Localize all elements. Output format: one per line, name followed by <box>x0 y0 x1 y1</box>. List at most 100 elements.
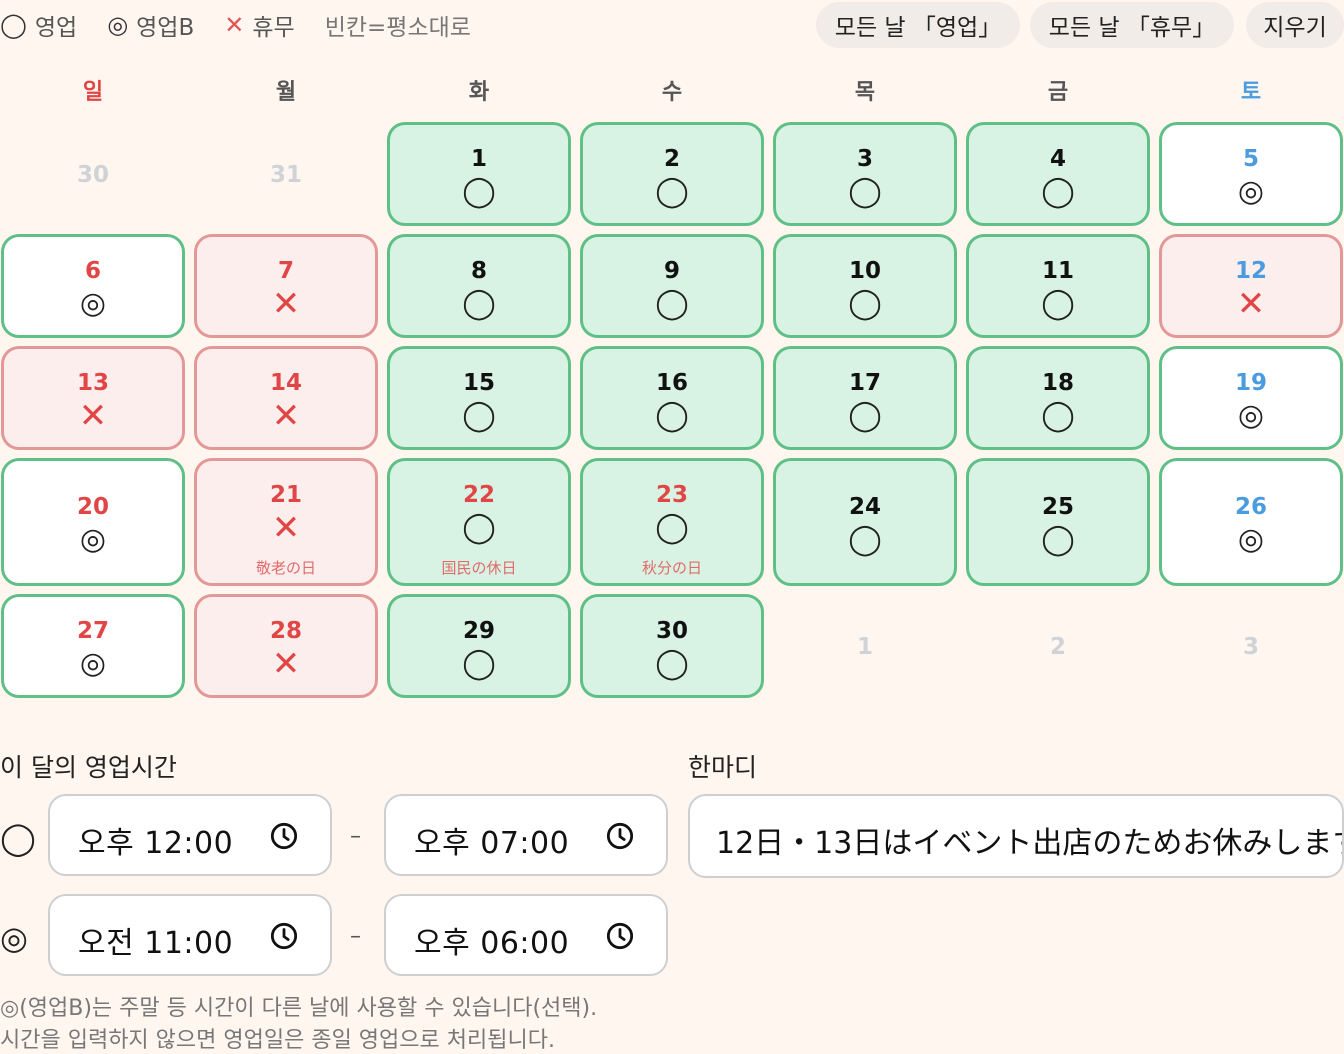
clock-icon[interactable] <box>270 922 298 950</box>
day-number: 6 <box>84 258 101 284</box>
legend-open-b: ◎ 영업B <box>107 8 194 42</box>
day-number: 17 <box>848 370 881 396</box>
day-cell[interactable]: 9 ◯ <box>580 234 764 338</box>
day-cell[interactable]: 30 ◯ <box>580 594 764 698</box>
day-number: 13 <box>76 370 109 396</box>
day-cell[interactable]: 18 ◯ <box>966 346 1150 450</box>
set-all-open-button[interactable]: 모든 날 「영업」 <box>816 2 1020 48</box>
open-start-time-input[interactable]: 오후 12:00 <box>48 794 332 876</box>
weekday-sat: 토 <box>1240 80 1262 105</box>
day-cell[interactable]: 17 ◯ <box>773 346 957 450</box>
hours-title: 이 달의 영업시간 <box>0 753 177 782</box>
day-number: 20 <box>76 494 109 520</box>
open-circle-icon: ◯ <box>848 286 882 321</box>
day-cell[interactable]: 1 ◯ <box>387 122 571 226</box>
legend-closed: ✕ 휴무 <box>224 8 294 42</box>
day-cell[interactable]: 2 ◯ <box>580 122 764 226</box>
open-circle-icon: ◯ <box>1041 398 1075 433</box>
open-circle-icon: ◯ <box>848 398 882 433</box>
day-cell[interactable]: 11 ◯ <box>966 234 1150 338</box>
open-circle-icon: ◯ <box>462 646 496 681</box>
open-circle-icon: ◯ <box>1041 522 1075 557</box>
day-number: 29 <box>462 618 495 644</box>
set-all-closed-button[interactable]: 모든 날 「휴무」 <box>1030 2 1234 48</box>
business-calendar-editor: { "legend": { "open": {"symbol": "◯", "l… <box>0 0 1344 1054</box>
day-cell[interactable]: 4 ◯ <box>966 122 1150 226</box>
time-value: 오후 06:00 <box>414 926 570 961</box>
day-cell[interactable]: 7 ✕ <box>194 234 378 338</box>
day-cell[interactable]: 19 ◎ <box>1159 346 1343 450</box>
double-circle-icon: ◎ <box>1237 174 1265 209</box>
day-number: 2 <box>663 146 680 172</box>
day-number: 11 <box>1041 258 1074 284</box>
open-circle-icon: ◯ <box>0 819 36 857</box>
day-cell[interactable]: 10 ◯ <box>773 234 957 338</box>
open-circle-icon: ◯ <box>462 286 496 321</box>
open-circle-icon: ◯ <box>848 174 882 209</box>
open-circle-icon: ◯ <box>848 522 882 557</box>
day-cell[interactable]: 28 ✕ <box>194 594 378 698</box>
weekday-wed: 수 <box>661 80 683 105</box>
cross-icon: ✕ <box>224 11 245 39</box>
memo-input[interactable]: 12日・13日はイベント出店のためお休みします <box>688 794 1344 878</box>
time-separator: – <box>350 824 361 849</box>
time-value: 오후 07:00 <box>414 826 570 861</box>
day-number: 24 <box>848 494 881 520</box>
day-cell[interactable]: 26 ◎ <box>1159 458 1343 586</box>
day-cell[interactable]: 12 ✕ <box>1159 234 1343 338</box>
memo-value: 12日・13日はイベント出店のためお休みします <box>716 826 1344 861</box>
day-cell[interactable]: 24 ◯ <box>773 458 957 586</box>
day-number: 10 <box>848 258 881 284</box>
time-value: 오전 11:00 <box>78 926 234 961</box>
day-cell[interactable]: 23 ◯ 秋分の日 <box>580 458 764 586</box>
open-b-start-time-input[interactable]: 오전 11:00 <box>48 894 332 976</box>
next-month-day: 2 <box>1049 634 1066 660</box>
double-circle-icon: ◎ <box>79 646 107 681</box>
day-cell[interactable]: 29 ◯ <box>387 594 571 698</box>
day-cell[interactable]: 22 ◯ 国民の休日 <box>387 458 571 586</box>
day-cell[interactable]: 3 ◯ <box>773 122 957 226</box>
day-number: 18 <box>1041 370 1074 396</box>
cross-icon: ✕ <box>271 508 301 548</box>
holiday-name: 敬老の日 <box>255 559 316 577</box>
day-cell[interactable]: 8 ◯ <box>387 234 571 338</box>
day-number: 22 <box>462 482 495 508</box>
day-cell[interactable]: 25 ◯ <box>966 458 1150 586</box>
day-cell[interactable]: 5 ◎ <box>1159 122 1343 226</box>
cross-icon: ✕ <box>1236 284 1266 324</box>
day-cell[interactable]: 27 ◎ <box>1 594 185 698</box>
double-circle-icon: ◎ <box>1237 398 1265 433</box>
day-cell[interactable]: 16 ◯ <box>580 346 764 450</box>
day-cell[interactable]: 14 ✕ <box>194 346 378 450</box>
open-circle-icon: ◯ <box>462 174 496 209</box>
time-separator: – <box>350 924 361 949</box>
help-note: 시간을 입력하지 않으면 영업일은 종일 영업으로 처리됩니다. <box>0 1028 555 1053</box>
day-cell[interactable]: 13 ✕ <box>1 346 185 450</box>
day-number: 28 <box>269 618 302 644</box>
clear-button[interactable]: 지우기 <box>1246 2 1344 48</box>
day-cell[interactable]: 21 ✕ 敬老の日 <box>194 458 378 586</box>
legend-open-label: 영업 <box>34 15 78 41</box>
day-cell[interactable]: 15 ◯ <box>387 346 571 450</box>
double-circle-icon: ◎ <box>107 11 129 39</box>
double-circle-icon: ◎ <box>79 286 107 321</box>
day-cell[interactable]: 20 ◎ <box>1 458 185 586</box>
time-value: 오후 12:00 <box>78 826 234 861</box>
legend-closed-label: 휴무 <box>252 15 295 41</box>
next-month-day: 3 <box>1242 634 1259 660</box>
legend-open-b-label: 영업B <box>136 15 195 41</box>
legend: ◯ 영업 ◎ 영업B ✕ 휴무 빈칸=평소대로 <box>0 8 471 42</box>
prev-month-day: 31 <box>269 162 302 188</box>
legend-hint: 빈칸=평소대로 <box>324 15 471 41</box>
open-end-time-input[interactable]: 오후 07:00 <box>384 794 668 876</box>
day-number: 16 <box>655 370 688 396</box>
clock-icon[interactable] <box>606 922 634 950</box>
double-circle-icon: ◎ <box>79 522 107 557</box>
day-number: 25 <box>1041 494 1074 520</box>
open-b-end-time-input[interactable]: 오후 06:00 <box>384 894 668 976</box>
clock-icon[interactable] <box>270 822 298 850</box>
open-circle-icon: ◯ <box>462 510 496 545</box>
day-cell[interactable]: 6 ◎ <box>1 234 185 338</box>
clock-icon[interactable] <box>606 822 634 850</box>
holiday-name: 国民の休日 <box>441 559 517 577</box>
